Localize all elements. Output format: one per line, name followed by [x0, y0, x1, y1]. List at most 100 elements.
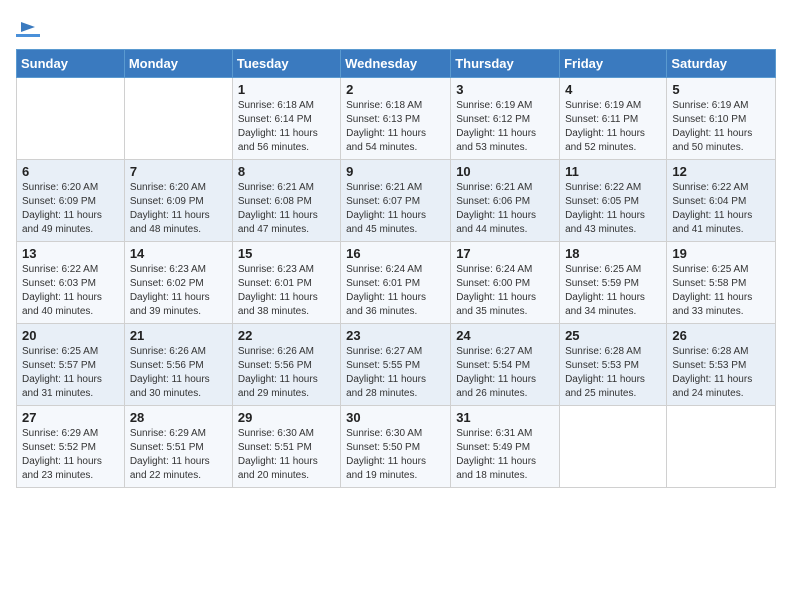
calendar-cell: 2 Sunrise: 6:18 AM Sunset: 6:13 PM Daylig… [341, 78, 451, 160]
day-info: Sunrise: 6:27 AM Sunset: 5:54 PM Dayligh… [456, 345, 554, 401]
calendar-cell: 14 Sunrise: 6:23 AM Sunset: 6:02 PM Dayli… [124, 242, 232, 324]
day-info: Sunrise: 6:26 AM Sunset: 5:56 PM Dayligh… [238, 345, 335, 401]
day-number: 2 [346, 82, 445, 97]
day-info: Sunrise: 6:26 AM Sunset: 5:56 PM Dayligh… [130, 345, 227, 401]
day-info: Sunrise: 6:25 AM Sunset: 5:59 PM Dayligh… [565, 263, 661, 319]
day-info: Sunrise: 6:28 AM Sunset: 5:53 PM Dayligh… [672, 345, 770, 401]
day-number: 12 [672, 164, 770, 179]
day-number: 4 [565, 82, 661, 97]
calendar-cell: 31 Sunrise: 6:31 AM Sunset: 5:49 PM Dayli… [451, 406, 560, 488]
calendar-cell: 15Sunrise: 6:23 AM Sunset: 6:01 PM Dayli… [232, 242, 340, 324]
day-info: Sunrise: 6:27 AM Sunset: 5:55 PM Dayligh… [346, 345, 445, 401]
header-friday: Friday [560, 50, 667, 78]
day-number: 3 [456, 82, 554, 97]
day-number: 5 [672, 82, 770, 97]
day-info: Sunrise: 6:30 AM Sunset: 5:51 PM Dayligh… [238, 427, 335, 483]
day-number: 9 [346, 164, 445, 179]
day-info: Sunrise: 6:25 AM Sunset: 5:58 PM Dayligh… [672, 263, 770, 319]
day-number: 18 [565, 246, 661, 261]
calendar-week-row: 20 Sunrise: 6:25 AM Sunset: 5:57 PM Dayli… [17, 324, 776, 406]
day-number: 14 [130, 246, 227, 261]
calendar-cell [17, 78, 125, 160]
calendar-cell: 4 Sunrise: 6:19 AM Sunset: 6:11 PM Daylig… [560, 78, 667, 160]
calendar-cell: 10 Sunrise: 6:21 AM Sunset: 6:06 PM Dayli… [451, 160, 560, 242]
calendar-cell: 8 Sunrise: 6:21 AM Sunset: 6:08 PM Daylig… [232, 160, 340, 242]
day-info: Sunrise: 6:21 AM Sunset: 6:06 PM Dayligh… [456, 181, 554, 237]
calendar-cell: 26 Sunrise: 6:28 AM Sunset: 5:53 PM Dayli… [667, 324, 776, 406]
calendar-cell: 20 Sunrise: 6:25 AM Sunset: 5:57 PM Dayli… [17, 324, 125, 406]
day-number: 15 [238, 246, 335, 261]
header-tuesday: Tuesday [232, 50, 340, 78]
calendar-cell: 22 Sunrise: 6:26 AM Sunset: 5:56 PM Dayli… [232, 324, 340, 406]
day-number: 16 [346, 246, 445, 261]
calendar-cell: 28 Sunrise: 6:29 AM Sunset: 5:51 PM Dayli… [124, 406, 232, 488]
calendar-cell: 7Sunrise: 6:20 AM Sunset: 6:09 PM Daylig… [124, 160, 232, 242]
day-number: 17 [456, 246, 554, 261]
calendar-cell [124, 78, 232, 160]
calendar-cell: 24Sunrise: 6:27 AM Sunset: 5:54 PM Dayli… [451, 324, 560, 406]
calendar-week-row: 27Sunrise: 6:29 AM Sunset: 5:52 PM Dayli… [17, 406, 776, 488]
day-number: 26 [672, 328, 770, 343]
calendar-cell: 29Sunrise: 6:30 AM Sunset: 5:51 PM Dayli… [232, 406, 340, 488]
day-number: 20 [22, 328, 119, 343]
day-info: Sunrise: 6:23 AM Sunset: 6:02 PM Dayligh… [130, 263, 227, 319]
day-info: Sunrise: 6:18 AM Sunset: 6:14 PM Dayligh… [238, 99, 335, 155]
calendar-cell: 5 Sunrise: 6:19 AM Sunset: 6:10 PM Daylig… [667, 78, 776, 160]
calendar-cell: 12 Sunrise: 6:22 AM Sunset: 6:04 PM Dayli… [667, 160, 776, 242]
day-info: Sunrise: 6:18 AM Sunset: 6:13 PM Dayligh… [346, 99, 445, 155]
calendar-cell [560, 406, 667, 488]
header-sunday: Sunday [17, 50, 125, 78]
calendar-cell: 6 Sunrise: 6:20 AM Sunset: 6:09 PM Daylig… [17, 160, 125, 242]
header-monday: Monday [124, 50, 232, 78]
calendar-cell: 30 Sunrise: 6:30 AM Sunset: 5:50 PM Dayli… [341, 406, 451, 488]
day-number: 27 [22, 410, 119, 425]
day-info: Sunrise: 6:29 AM Sunset: 5:51 PM Dayligh… [130, 427, 227, 483]
header-saturday: Saturday [667, 50, 776, 78]
day-info: Sunrise: 6:20 AM Sunset: 6:09 PM Dayligh… [22, 181, 119, 237]
day-info: Sunrise: 6:19 AM Sunset: 6:12 PM Dayligh… [456, 99, 554, 155]
day-info: Sunrise: 6:22 AM Sunset: 6:04 PM Dayligh… [672, 181, 770, 237]
calendar-cell: 25 Sunrise: 6:28 AM Sunset: 5:53 PM Dayli… [560, 324, 667, 406]
day-info: Sunrise: 6:19 AM Sunset: 6:10 PM Dayligh… [672, 99, 770, 155]
calendar-cell: 19 Sunrise: 6:25 AM Sunset: 5:58 PM Dayli… [667, 242, 776, 324]
calendar-cell: 18 Sunrise: 6:25 AM Sunset: 5:59 PM Dayli… [560, 242, 667, 324]
calendar-cell: 16 Sunrise: 6:24 AM Sunset: 6:01 PM Dayli… [341, 242, 451, 324]
day-number: 30 [346, 410, 445, 425]
day-number: 8 [238, 164, 335, 179]
day-number: 25 [565, 328, 661, 343]
day-info: Sunrise: 6:22 AM Sunset: 6:05 PM Dayligh… [565, 181, 661, 237]
day-info: Sunrise: 6:21 AM Sunset: 6:08 PM Dayligh… [238, 181, 335, 237]
logo [16, 16, 40, 37]
calendar-cell: 11 Sunrise: 6:22 AM Sunset: 6:05 PM Dayli… [560, 160, 667, 242]
day-info: Sunrise: 6:19 AM Sunset: 6:11 PM Dayligh… [565, 99, 661, 155]
page-header [16, 16, 776, 37]
day-info: Sunrise: 6:30 AM Sunset: 5:50 PM Dayligh… [346, 427, 445, 483]
day-info: Sunrise: 6:31 AM Sunset: 5:49 PM Dayligh… [456, 427, 554, 483]
day-number: 23 [346, 328, 445, 343]
calendar-week-row: 6 Sunrise: 6:20 AM Sunset: 6:09 PM Daylig… [17, 160, 776, 242]
day-number: 31 [456, 410, 554, 425]
day-info: Sunrise: 6:25 AM Sunset: 5:57 PM Dayligh… [22, 345, 119, 401]
header-wednesday: Wednesday [341, 50, 451, 78]
calendar-header-row: SundayMondayTuesdayWednesdayThursdayFrid… [17, 50, 776, 78]
day-number: 10 [456, 164, 554, 179]
day-info: Sunrise: 6:24 AM Sunset: 6:00 PM Dayligh… [456, 263, 554, 319]
day-number: 11 [565, 164, 661, 179]
day-number: 13 [22, 246, 119, 261]
calendar-cell: 1Sunrise: 6:18 AM Sunset: 6:14 PM Daylig… [232, 78, 340, 160]
calendar-cell: 27Sunrise: 6:29 AM Sunset: 5:52 PM Dayli… [17, 406, 125, 488]
day-info: Sunrise: 6:20 AM Sunset: 6:09 PM Dayligh… [130, 181, 227, 237]
calendar-cell: 13 Sunrise: 6:22 AM Sunset: 6:03 PM Dayli… [17, 242, 125, 324]
calendar-week-row: 1Sunrise: 6:18 AM Sunset: 6:14 PM Daylig… [17, 78, 776, 160]
day-info: Sunrise: 6:22 AM Sunset: 6:03 PM Dayligh… [22, 263, 119, 319]
day-info: Sunrise: 6:24 AM Sunset: 6:01 PM Dayligh… [346, 263, 445, 319]
day-number: 22 [238, 328, 335, 343]
calendar-cell: 23 Sunrise: 6:27 AM Sunset: 5:55 PM Dayli… [341, 324, 451, 406]
day-number: 19 [672, 246, 770, 261]
day-number: 28 [130, 410, 227, 425]
day-number: 21 [130, 328, 227, 343]
day-info: Sunrise: 6:28 AM Sunset: 5:53 PM Dayligh… [565, 345, 661, 401]
calendar-cell [667, 406, 776, 488]
day-number: 6 [22, 164, 119, 179]
calendar-cell: 21 Sunrise: 6:26 AM Sunset: 5:56 PM Dayli… [124, 324, 232, 406]
